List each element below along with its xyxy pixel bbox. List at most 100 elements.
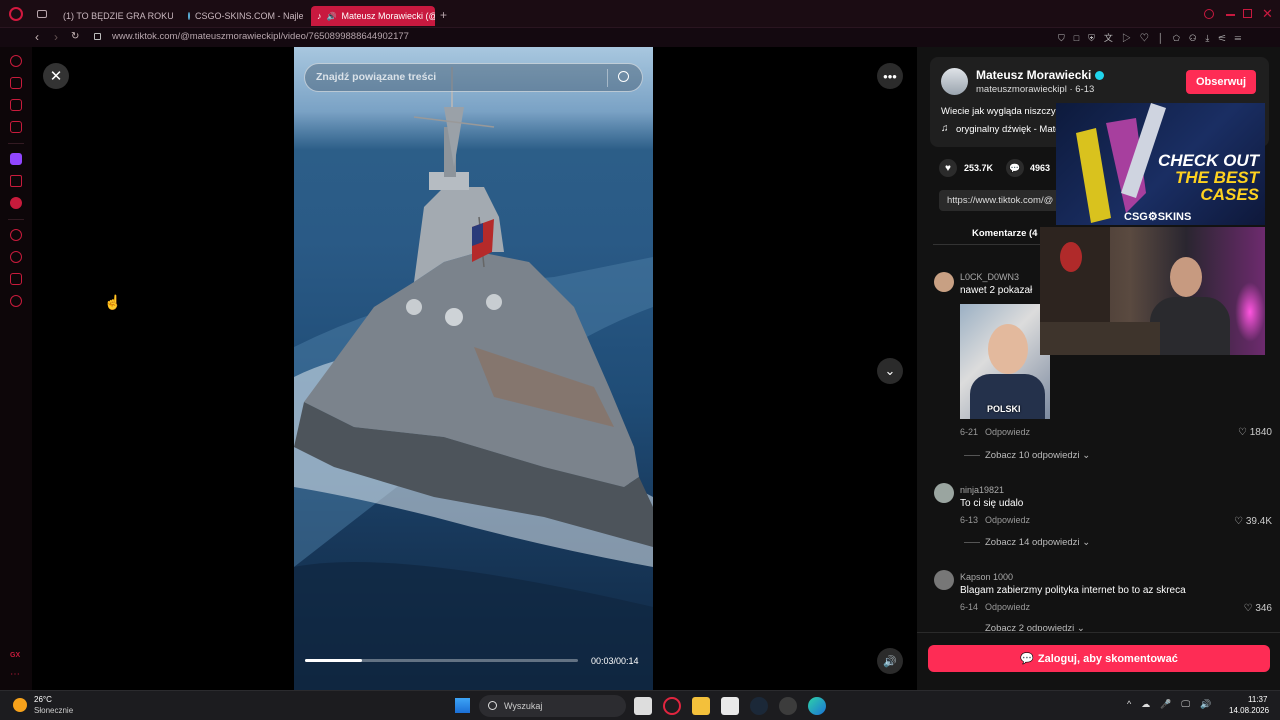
comment-icon[interactable]: 💬: [1006, 159, 1024, 177]
reply-button[interactable]: Odpowiedz: [985, 515, 1030, 525]
related-search-input[interactable]: Znajdź powiązane treści: [316, 71, 436, 83]
related-search-box[interactable]: Znajdź powiązane treści: [304, 63, 643, 92]
search-icon: [488, 701, 497, 710]
replies-fade: Zobacz 2 odpowiedzi ⌄: [917, 623, 1280, 631]
comments-count: 4963: [1030, 163, 1051, 173]
gx-control-icon[interactable]: [10, 77, 22, 89]
next-video-button[interactable]: ⌄: [877, 358, 903, 384]
login-to-comment-button[interactable]: 💬 Zaloguj, aby skomentować: [928, 645, 1270, 672]
opera-gx-taskbar-icon[interactable]: [663, 697, 681, 715]
file-explorer-icon[interactable]: [692, 697, 710, 715]
discord-icon[interactable]: [10, 175, 22, 187]
comment-like[interactable]: ♡ 1840: [1238, 427, 1272, 438]
search-icon[interactable]: [618, 71, 629, 82]
comment-avatar[interactable]: [934, 570, 954, 590]
maximize-button[interactable]: [1243, 9, 1252, 18]
comment-user[interactable]: L0CK_D0WN3: [960, 272, 1019, 282]
messenger-icon[interactable]: [10, 99, 22, 111]
speed-dial-icon[interactable]: [10, 55, 22, 67]
tab-overview-icon[interactable]: [37, 10, 47, 18]
twitch-icon[interactable]: [10, 153, 22, 165]
comment-user[interactable]: Kapson 1000: [960, 572, 1013, 582]
video-frame[interactable]: Znajdź powiązane treści 00:03/00:14: [294, 47, 653, 690]
comment-text: nawet 2 pokazał: [960, 285, 1033, 296]
comment-user[interactable]: ninja19821: [960, 485, 1004, 495]
volume-button[interactable]: 🔊: [877, 648, 903, 674]
progress-fill: [305, 659, 363, 662]
author-handle[interactable]: mateuszmorawieckipl · 6-13: [976, 84, 1094, 95]
comment-avatar[interactable]: [934, 483, 954, 503]
speaker-icon[interactable]: 🔊: [327, 12, 337, 21]
video-time: 00:03/00:14: [591, 656, 639, 666]
comment-avatar[interactable]: [934, 272, 954, 292]
csgo-skins-ad-overlay: CHECK OUT THE BEST CASES CSG⚙SKINS: [1056, 103, 1265, 225]
extensions-icon[interactable]: [10, 273, 22, 285]
clock-date[interactable]: 14.08.2026: [1229, 706, 1269, 715]
steam-icon[interactable]: [750, 697, 768, 715]
tab-tiktok[interactable]: ♪ 🔊 Mateusz Morawiecki (@: [311, 6, 435, 26]
csgo-skins-icon: [188, 12, 190, 20]
windows-taskbar: 26°C Słonecznie Wyszukaj ^☁🎤🖵🔊 11:37 14.…: [0, 690, 1280, 720]
close-video-button[interactable]: ✕: [43, 63, 69, 89]
comment-like[interactable]: ♡ 346: [1244, 603, 1272, 614]
person-head: [1170, 257, 1202, 297]
start-button-icon[interactable]: [455, 698, 470, 713]
new-tab-button[interactable]: +: [440, 8, 447, 22]
news-icon[interactable]: [10, 121, 22, 133]
clock-time[interactable]: 11:37: [1248, 695, 1267, 704]
taskbar-search[interactable]: Wyszukaj: [479, 695, 626, 717]
tiktok-icon: ♪: [317, 11, 322, 21]
edge-icon[interactable]: [808, 697, 826, 715]
vk-icon[interactable]: [10, 197, 22, 209]
task-view-icon[interactable]: [634, 697, 652, 715]
player-icon[interactable]: [10, 229, 22, 241]
desk-shape: [1040, 322, 1160, 355]
see-replies-button[interactable]: Zobacz 2 odpowiedzi ⌄: [985, 623, 1085, 631]
author-name[interactable]: Mateusz Morawiecki: [976, 68, 1104, 82]
mouse-cursor-icon: ☝: [104, 294, 122, 310]
comment-sticker-image: POLSKI: [960, 304, 1050, 419]
comment-panel: Mateusz Morawiecki mateuszmorawieckipl ·…: [917, 47, 1280, 690]
see-replies-button[interactable]: Zobacz 10 odpowiedzi ⌄: [985, 450, 1090, 461]
chevron-down-icon: ⌄: [1076, 623, 1085, 631]
tab-youtube[interactable]: (1) TO BĘDZIE GRA ROKU!: [58, 6, 173, 26]
red-object: [1060, 242, 1082, 272]
progress-bar[interactable]: [305, 659, 578, 662]
weather-desc[interactable]: Słonecznie: [34, 706, 73, 715]
comment-like[interactable]: ♡ 39.4K: [1234, 516, 1272, 527]
more-options-button[interactable]: •••: [877, 63, 903, 89]
sticker-caption: POLSKI: [987, 404, 1021, 414]
reply-button[interactable]: Odpowiedz: [985, 602, 1030, 612]
see-replies-button[interactable]: Zobacz 14 odpowiedzi ⌄: [985, 537, 1090, 548]
extension-icons[interactable]: ⛉□⛨文▷♡│⬠⚇⤓⚟☰: [1058, 31, 1250, 44]
tray-icons[interactable]: ^☁🎤🖵🔊: [1127, 699, 1221, 710]
search-tabs-icon[interactable]: [1204, 9, 1214, 19]
address-bar: ‹ › ↻ www.tiktok.com/@mateuszmorawieckip…: [0, 28, 1280, 47]
forward-icon[interactable]: ›: [54, 30, 58, 44]
author-avatar[interactable]: [941, 68, 968, 95]
close-window-button[interactable]: ✕: [1262, 6, 1273, 22]
destroyer-ship-image: [294, 67, 653, 690]
reload-icon[interactable]: ↻: [71, 30, 79, 44]
store-icon[interactable]: [721, 697, 739, 715]
tab-comments[interactable]: Komentarze (4: [972, 228, 1037, 239]
follow-button[interactable]: Obserwuj: [1186, 70, 1256, 94]
music-note-icon: ♫: [941, 123, 949, 134]
gx-label: GX: [10, 652, 21, 659]
url-field[interactable]: www.tiktok.com/@mateuszmorawieckipl/vide…: [112, 31, 409, 42]
more-icon[interactable]: ⋯: [10, 669, 20, 680]
weather-temp[interactable]: 26°C: [34, 695, 52, 704]
history-icon[interactable]: [10, 251, 22, 263]
heart-icon: ♡: [1234, 516, 1246, 527]
reply-button[interactable]: Odpowiedz: [985, 427, 1030, 437]
verified-icon: [1094, 71, 1104, 81]
back-icon[interactable]: ‹: [35, 30, 39, 44]
obs-icon[interactable]: [779, 697, 797, 715]
tab-csgo-skins[interactable]: CSGO-SKINS.COM - Najle: [188, 6, 303, 26]
opera-gx-logo-icon[interactable]: [9, 7, 23, 21]
like-button[interactable]: ♥: [939, 159, 957, 177]
settings-icon[interactable]: [10, 295, 22, 307]
browser-sidebar: GX ⋯: [0, 47, 32, 690]
minimize-button[interactable]: [1226, 14, 1235, 16]
weather-icon[interactable]: [13, 698, 27, 712]
